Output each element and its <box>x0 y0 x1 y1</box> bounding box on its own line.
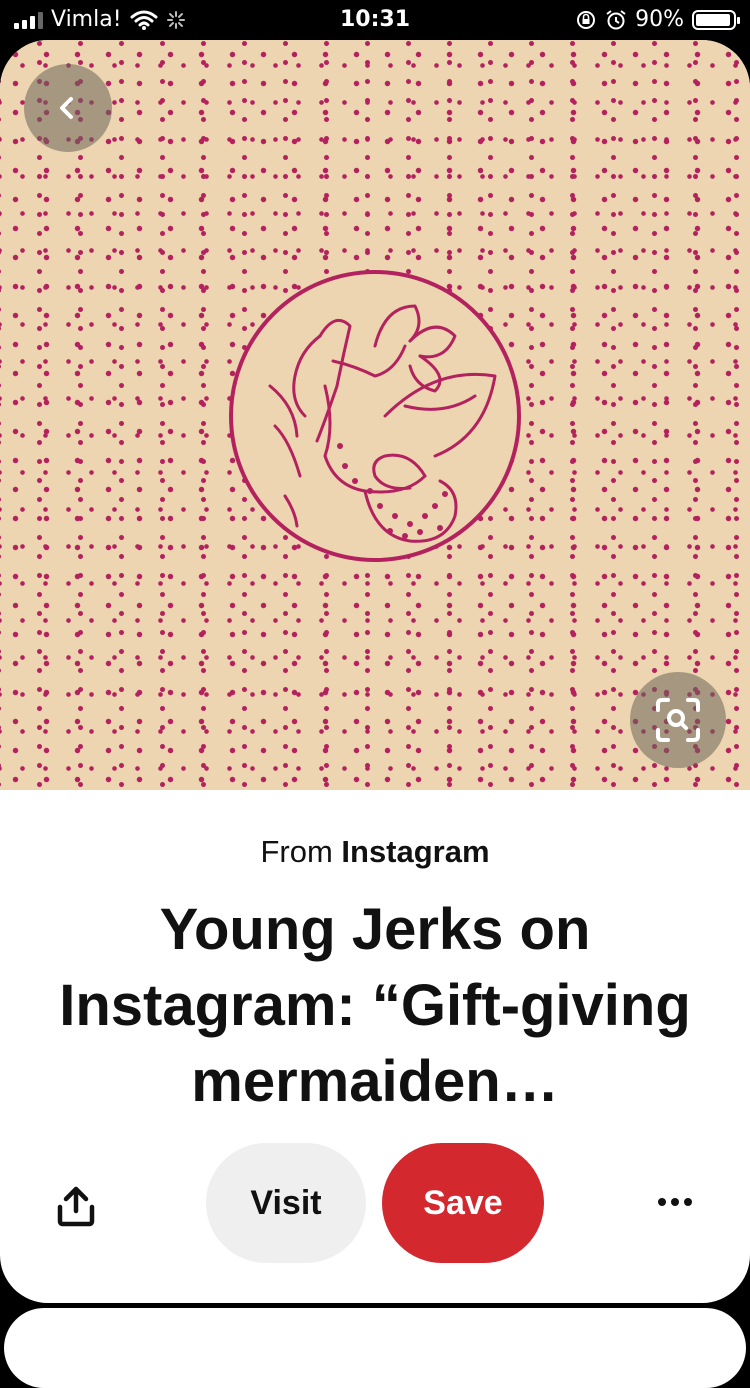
source-name[interactable]: Instagram <box>341 834 489 869</box>
share-button[interactable] <box>50 1180 102 1232</box>
more-horizontal-icon <box>658 1198 666 1206</box>
share-icon <box>57 1186 95 1227</box>
battery-percent: 90% <box>635 7 684 32</box>
source-prefix: From <box>260 834 333 869</box>
chevron-left-icon <box>60 97 73 119</box>
pin-image[interactable] <box>0 40 750 790</box>
alarm-icon <box>606 9 626 29</box>
mermaid-emblem <box>229 270 521 562</box>
related-pins-card <box>4 1308 746 1388</box>
more-options-button[interactable] <box>650 1180 700 1224</box>
pin-card: From Instagram Young Jerks on Instagram:… <box>0 40 750 1303</box>
status-right: 90% <box>575 7 740 32</box>
back-button[interactable] <box>24 64 112 152</box>
visual-search-button[interactable] <box>630 672 726 768</box>
lens-search-icon <box>656 698 700 742</box>
visit-button[interactable]: Visit <box>206 1143 366 1263</box>
pin-source: From Instagram <box>0 834 750 870</box>
status-bar: Vimla! 10:31 90% <box>0 0 750 40</box>
rotation-lock-icon <box>577 10 596 29</box>
battery-icon <box>692 9 740 30</box>
save-button[interactable]: Save <box>382 1143 544 1263</box>
pin-title: Young Jerks on Instagram: “Gift-giving m… <box>59 897 691 1114</box>
